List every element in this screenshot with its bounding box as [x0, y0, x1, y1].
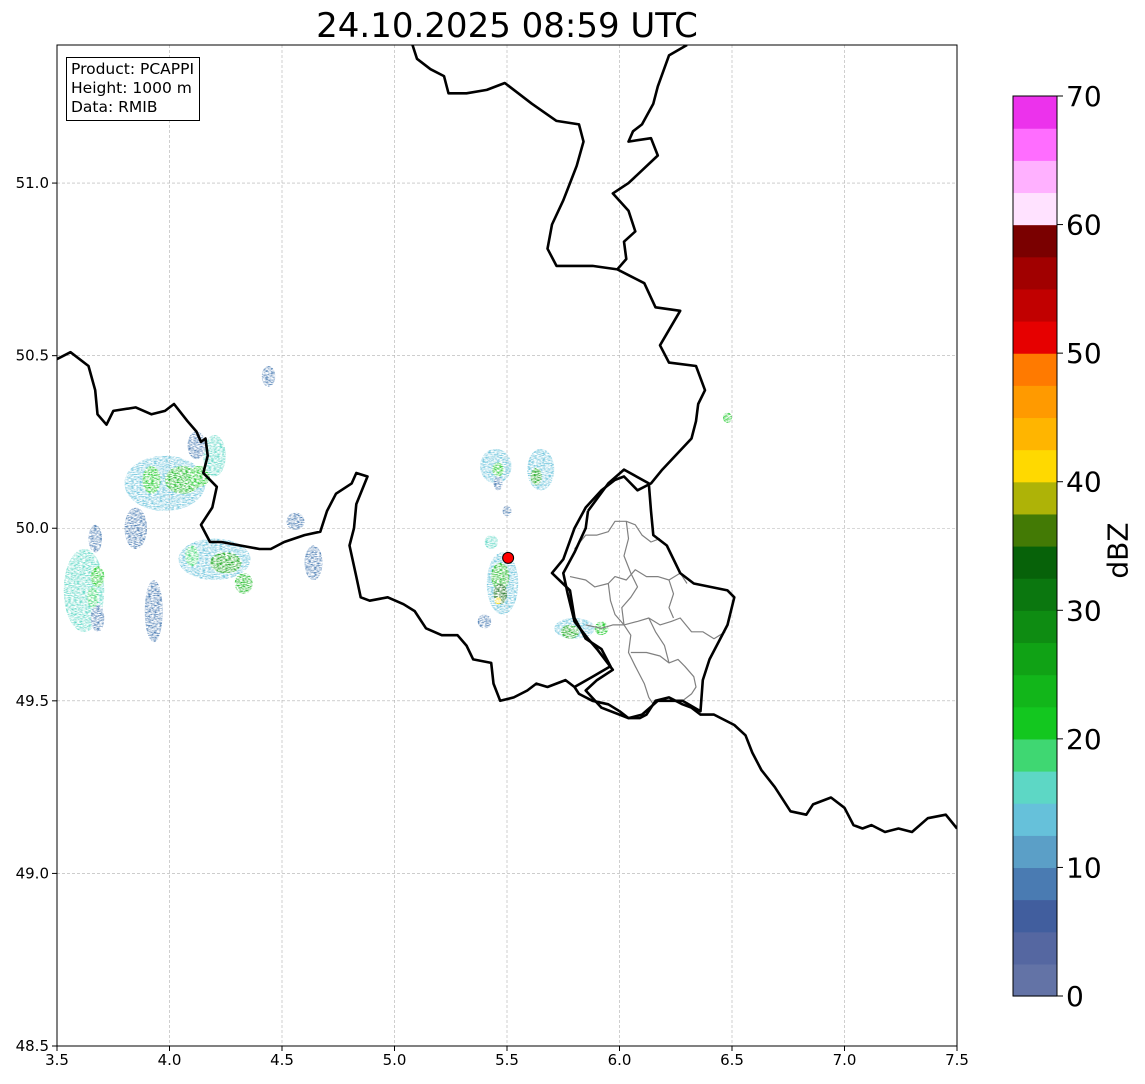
x-axis-ticks: 3.5 4.0 4.5 5.0 5.5 6.0 6.5 7.0 7.5: [45, 1046, 969, 1069]
echo-cell: [502, 505, 512, 517]
echo-cell: [124, 507, 147, 549]
colorbar-segment: [1013, 385, 1057, 419]
echo-cell: [527, 448, 555, 491]
colorbar-segment: [1013, 96, 1057, 129]
echo-cell: [88, 524, 102, 553]
colorbar-segment: [1013, 417, 1057, 451]
echo-cell: [484, 535, 498, 549]
echo-cell: [286, 512, 305, 530]
echo-cell: [234, 573, 253, 594]
regional-border: [569, 569, 688, 588]
colorbar-segment: [1013, 738, 1057, 772]
regional-border: [607, 583, 654, 705]
source-line: Data: RMIB: [71, 98, 158, 116]
y-tick-label: 50.5: [16, 347, 49, 365]
product-line: Product: PCAPPI: [71, 60, 195, 78]
colorbar-segment: [1013, 867, 1057, 901]
regional-border: [621, 521, 639, 625]
echo-cell: [142, 466, 161, 494]
colorbar-segment: [1013, 192, 1057, 226]
x-tick-label: 4.0: [158, 1051, 182, 1069]
radar-site-marker: [502, 551, 515, 564]
radar-map-figure: 3.5 4.0 4.5 5.0 5.5 6.0 6.5 7.0 7.5 48.549.049.5…: [16, 44, 1102, 1069]
y-tick-label: 48.5: [16, 1037, 49, 1055]
colorbar-tick-label: 0: [1066, 980, 1084, 1013]
y-tick-label: 49.5: [16, 692, 49, 710]
echo-cell: [304, 545, 323, 581]
echo-cell: [210, 552, 242, 574]
colorbar-segment: [1013, 353, 1057, 386]
colorbar-segment: [1013, 803, 1057, 836]
colorbar-segment: [1013, 578, 1057, 611]
colorbar-segment: [1013, 128, 1057, 161]
echo-cell: [494, 597, 502, 605]
colorbar-tick-label: 10: [1066, 851, 1102, 884]
x-tick-label: 7.0: [833, 1051, 857, 1069]
national-border: [562, 468, 736, 720]
colorbar-tick-label: 30: [1066, 594, 1102, 627]
colorbar-label: dBZ: [1101, 522, 1135, 579]
echo-cell: [477, 614, 492, 629]
height-line: Height: 1000 m: [71, 79, 192, 97]
x-tick-label: 4.5: [270, 1051, 294, 1069]
echo-cell: [90, 566, 105, 587]
colorbar-segment: [1013, 610, 1057, 644]
y-tick-label: 50.0: [16, 519, 49, 537]
echo-cell: [723, 412, 732, 423]
colorbar-tick-label: 60: [1066, 209, 1102, 242]
colorbar: 0 10 20 30 40 50 60 70: [1012, 80, 1102, 1013]
national-border: [411, 45, 707, 689]
echo-cell: [187, 431, 206, 460]
y-tick-label: 51.0: [16, 174, 49, 192]
x-tick-label: 5.0: [383, 1051, 407, 1069]
colorbar-segment: [1013, 771, 1057, 804]
y-tick-label: 49.0: [16, 864, 49, 882]
product-info-box: Product: PCAPPI Height: 1000 m Data: RMI…: [66, 57, 201, 121]
echo-cell: [87, 586, 99, 608]
echo-cell: [90, 604, 105, 632]
x-tick-label: 5.5: [495, 1051, 519, 1069]
colorbar-segment: [1013, 931, 1057, 965]
colorbar-segment: [1013, 160, 1057, 194]
echo-cell: [185, 545, 199, 567]
colorbar-segment: [1013, 674, 1057, 708]
colorbar-segment: [1013, 224, 1057, 258]
colorbar-segment: [1013, 481, 1057, 515]
colorbar-tick-label: 70: [1066, 80, 1102, 113]
colorbar-segment: [1013, 546, 1057, 579]
echo-cell: [492, 462, 504, 477]
echo-cell: [530, 467, 542, 486]
colorbar-segment: [1013, 706, 1057, 740]
colorbar-segment: [1013, 288, 1057, 322]
y-axis-ticks: 48.5 49.0 49.5 50.0 50.5 51.0: [16, 174, 57, 1055]
radar-site-layer: [502, 551, 515, 564]
regional-border: [668, 579, 675, 619]
x-tick-label: 6.0: [608, 1051, 632, 1069]
colorbar-tick-label: 20: [1066, 723, 1102, 756]
colorbar-segment: [1013, 963, 1057, 997]
x-tick-label: 6.5: [720, 1051, 744, 1069]
colorbar-segment: [1013, 449, 1057, 483]
echo-cell: [493, 476, 503, 491]
colorbar-tick-label: 50: [1066, 337, 1102, 370]
echo-cell: [261, 366, 276, 387]
colorbar-segment: [1013, 321, 1057, 354]
colorbar-segment: [1013, 642, 1057, 676]
colorbar-tick-label: 40: [1066, 466, 1102, 499]
colorbar-segment: [1013, 513, 1057, 547]
echo-cell: [144, 580, 163, 643]
national-border: [611, 45, 688, 271]
x-tick-label: 7.5: [945, 1051, 969, 1069]
colorbar-segment: [1013, 835, 1057, 869]
colorbar-segment: [1013, 256, 1057, 290]
echo-cell: [561, 624, 579, 639]
colorbar-segment: [1013, 899, 1057, 933]
